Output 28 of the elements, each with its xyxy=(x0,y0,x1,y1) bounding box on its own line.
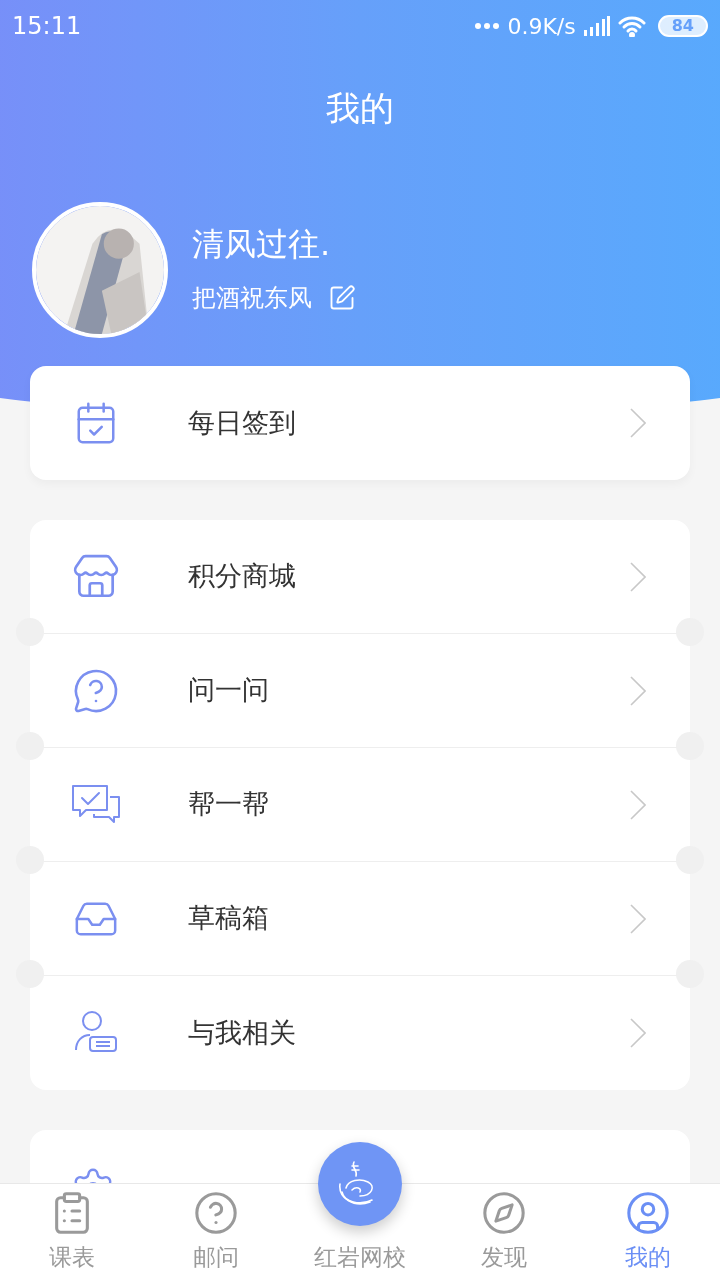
edit-icon[interactable] xyxy=(328,284,356,312)
chevron-icon xyxy=(630,789,646,820)
dots-icon xyxy=(475,23,500,29)
wifi-icon xyxy=(617,15,646,37)
help-icon xyxy=(193,1189,239,1236)
menu-label: 帮一帮 xyxy=(188,787,270,822)
chevron-icon xyxy=(630,903,646,934)
user-name: 清风过往. xyxy=(192,224,332,265)
menu-label: 与我相关 xyxy=(188,1015,297,1050)
logo-button[interactable] xyxy=(318,1142,402,1226)
chevron-icon xyxy=(630,675,646,706)
menu-item[interactable]: 与我相关 xyxy=(30,976,690,1090)
network-speed: 0.9K/s xyxy=(507,12,576,41)
menu-label: 草稿箱 xyxy=(188,901,270,936)
menu-item[interactable]: 每日签到 xyxy=(30,366,690,480)
page-title: 我的 xyxy=(326,86,394,130)
menu-label: 积分商城 xyxy=(188,559,297,594)
user-signature: 把酒祝东风 xyxy=(192,283,312,314)
battery-indicator: 84 xyxy=(657,15,708,37)
chevron-icon xyxy=(630,561,646,592)
user-icon xyxy=(625,1189,671,1236)
menu-label: 每日签到 xyxy=(188,405,297,440)
status-time: 15:11 xyxy=(12,11,82,42)
menu-label: 问一问 xyxy=(188,673,270,708)
chevron-icon xyxy=(630,408,646,438)
chevron-icon xyxy=(630,1018,646,1048)
compass-icon xyxy=(481,1189,527,1236)
signal-icon xyxy=(583,16,610,36)
